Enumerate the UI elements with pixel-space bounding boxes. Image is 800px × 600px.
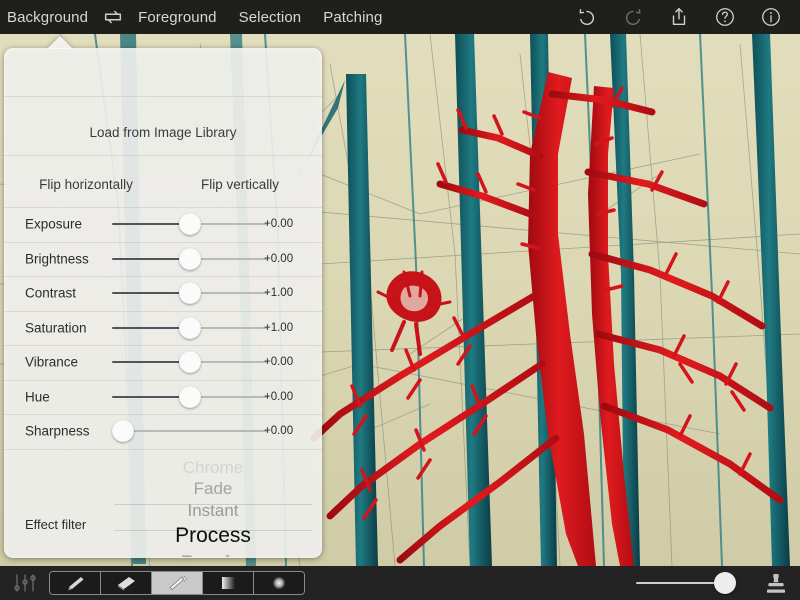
top-toolbar-actions xyxy=(576,6,800,28)
load-from-image-library-button[interactable]: Load from Image Library xyxy=(4,125,322,140)
slider-row-vibrance[interactable]: Vibrance +0.00 xyxy=(4,345,322,380)
slider-knob[interactable] xyxy=(714,572,736,594)
picker-option-chrome[interactable]: Chrome xyxy=(114,459,312,476)
slider-knob[interactable] xyxy=(179,213,201,236)
tool-brush[interactable] xyxy=(50,572,101,594)
picker-option-fade[interactable]: Fade xyxy=(114,480,312,497)
slider-row-hue[interactable]: Hue +0.00 xyxy=(4,380,322,415)
redo-button[interactable] xyxy=(622,6,644,28)
divider xyxy=(4,155,322,156)
slider-knob[interactable] xyxy=(179,316,201,339)
tab-patching[interactable]: Patching xyxy=(323,9,382,26)
picker-option-transfer[interactable]: Transfer xyxy=(114,553,312,557)
slider-track[interactable] xyxy=(112,351,268,374)
slider-track[interactable] xyxy=(112,420,268,443)
effect-filter-picker[interactable]: Chrome Fade Instant Process Transfer Ton… xyxy=(114,453,312,557)
soft-dot-icon xyxy=(266,574,292,592)
gradient-icon xyxy=(215,574,241,592)
slider-row-saturation[interactable]: Saturation +1.00 xyxy=(4,311,322,346)
share-button[interactable] xyxy=(668,6,690,28)
slider-label: Exposure xyxy=(25,216,83,232)
slider-value: +1.00 xyxy=(264,321,294,334)
slider-knob[interactable] xyxy=(179,385,201,408)
flip-vertically-button[interactable]: Flip vertically xyxy=(166,177,314,192)
slider-knob[interactable] xyxy=(179,282,201,305)
slider-label: Saturation xyxy=(25,320,87,336)
top-toolbar: Background Foreground Selection Patching xyxy=(0,0,800,34)
slider-value: +0.00 xyxy=(264,390,294,403)
magic-wand-icon xyxy=(164,574,190,592)
background-settings-popover: Load from Image Library Flip horizontall… xyxy=(4,36,322,558)
tab-foreground[interactable]: Foreground xyxy=(138,9,217,26)
flip-horizontally-button[interactable]: Flip horizontally xyxy=(12,177,160,192)
popover-body: Load from Image Library Flip horizontall… xyxy=(4,48,322,558)
slider-label: Hue xyxy=(25,389,50,405)
slider-track[interactable] xyxy=(112,282,268,305)
slider-row-contrast[interactable]: Contrast +1.00 xyxy=(4,276,322,311)
picker-selection-line-top xyxy=(114,504,312,505)
sliders-icon[interactable] xyxy=(12,573,38,593)
effect-filter-row: Effect filter Chrome Fade Instant Proces… xyxy=(4,449,322,557)
slider-value: +0.00 xyxy=(264,252,294,265)
slider-track[interactable] xyxy=(112,213,268,236)
info-button[interactable] xyxy=(760,6,782,28)
bottom-toolbar xyxy=(0,566,800,600)
slider-track[interactable] xyxy=(112,247,268,270)
tab-background[interactable]: Background xyxy=(7,9,88,26)
slider-row-exposure[interactable]: Exposure +0.00 xyxy=(4,207,322,242)
picker-option-process[interactable]: Process xyxy=(114,525,312,546)
effect-filter-label: Effect filter xyxy=(25,517,87,532)
divider xyxy=(4,96,322,97)
stamp-icon[interactable] xyxy=(765,573,787,594)
slider-row-brightness[interactable]: Brightness +0.00 xyxy=(4,242,322,277)
slider-row-sharpness[interactable]: Sharpness +0.00 xyxy=(4,414,322,449)
tool-wand[interactable] xyxy=(152,572,203,594)
slider-label: Sharpness xyxy=(25,423,90,439)
tool-blur[interactable] xyxy=(254,572,304,594)
eraser-icon xyxy=(113,574,139,592)
slider-knob[interactable] xyxy=(179,351,201,374)
slider-value: +0.00 xyxy=(264,218,294,231)
slider-track[interactable] xyxy=(112,316,268,339)
tool-eraser[interactable] xyxy=(101,572,152,594)
slider-value: +0.00 xyxy=(264,356,294,369)
slider-label: Contrast xyxy=(25,285,77,301)
slider-knob[interactable] xyxy=(179,247,201,270)
tool-gradient[interactable] xyxy=(203,572,254,594)
slider-label: Brightness xyxy=(25,251,89,267)
app-root: Background Foreground Selection Patching xyxy=(0,0,800,600)
slider-track[interactable] xyxy=(112,385,268,408)
slider-knob[interactable] xyxy=(112,420,134,443)
top-toolbar-tabs: Background Foreground Selection Patching xyxy=(0,6,382,28)
picker-selection-line-bottom xyxy=(114,530,312,531)
tool-segmented-control[interactable] xyxy=(49,571,305,595)
help-button[interactable] xyxy=(714,6,736,28)
swap-arrows-icon[interactable] xyxy=(102,6,124,28)
brush-icon xyxy=(62,574,88,592)
brush-size-slider[interactable] xyxy=(636,572,748,594)
slider-value: +1.00 xyxy=(264,287,294,300)
tab-selection[interactable]: Selection xyxy=(239,9,302,26)
slider-value: +0.00 xyxy=(264,425,294,438)
slider-label: Vibrance xyxy=(25,354,79,370)
undo-button[interactable] xyxy=(576,6,598,28)
